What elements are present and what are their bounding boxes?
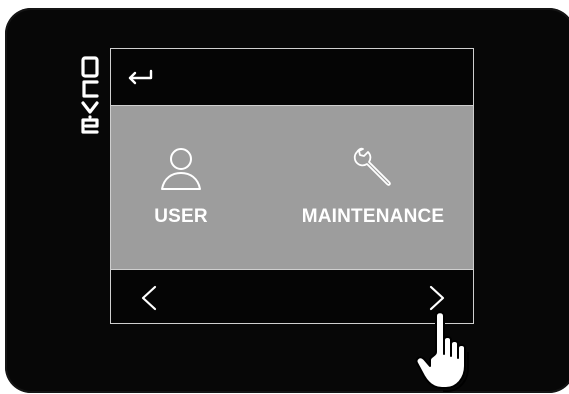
evco-logo bbox=[81, 56, 99, 134]
menu-area: USER MAINTENANCE bbox=[111, 106, 473, 269]
menu-label-user: USER bbox=[154, 206, 208, 227]
wrench-icon bbox=[353, 147, 391, 186]
chevron-right-icon[interactable] bbox=[425, 283, 449, 313]
user-icon bbox=[161, 148, 201, 190]
top-bar bbox=[111, 49, 473, 106]
touch-screen: USER MAINTENANCE bbox=[110, 48, 474, 324]
controller-device: USER MAINTENANCE bbox=[5, 8, 569, 393]
chevron-left-icon[interactable] bbox=[137, 283, 161, 313]
bottom-bar bbox=[111, 269, 473, 325]
menu-item-user[interactable]: USER bbox=[111, 106, 271, 269]
menu-label-maintenance: MAINTENANCE bbox=[301, 206, 445, 227]
menu-item-maintenance[interactable]: MAINTENANCE bbox=[271, 106, 475, 269]
return-arrow-icon[interactable] bbox=[123, 62, 157, 90]
